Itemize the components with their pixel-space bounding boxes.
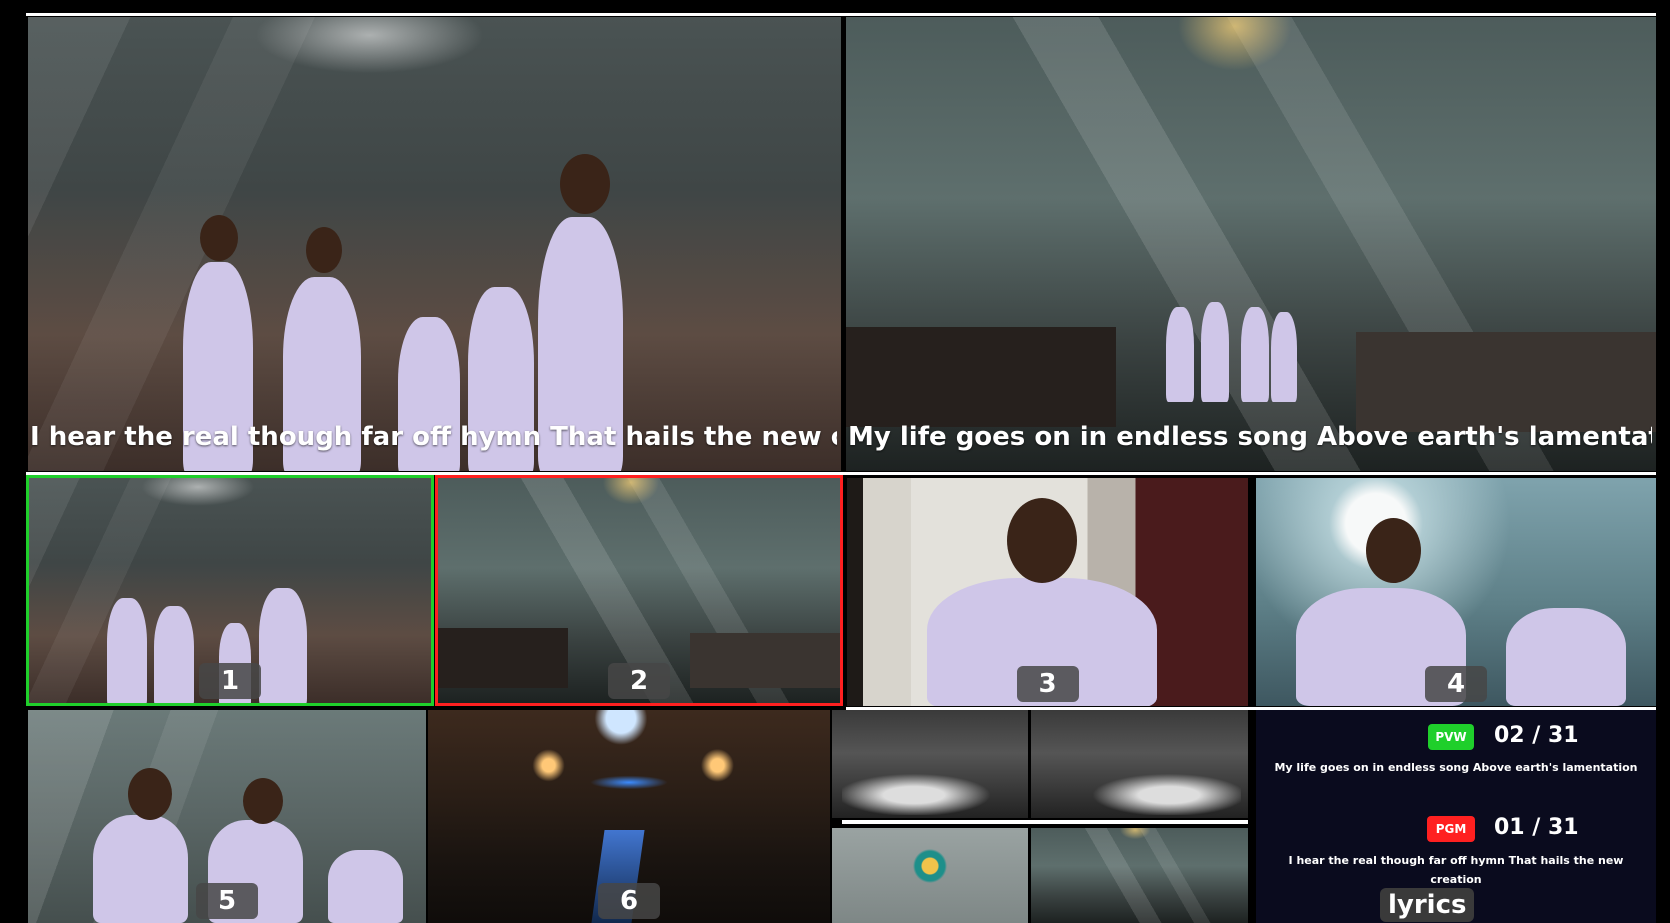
singer-head [306, 227, 342, 273]
pew-right [690, 633, 840, 688]
source-number-badge: 6 [598, 883, 660, 919]
quad-separator [842, 820, 1248, 824]
source-6-tile[interactable]: 6 [428, 710, 830, 923]
source-5-tile[interactable]: 5 [28, 710, 426, 923]
singer-figure [1241, 307, 1269, 402]
singer-figure [259, 588, 307, 703]
lyrics-label: lyrics [1380, 888, 1475, 922]
singer-head [560, 154, 610, 214]
frame-line-top [26, 13, 1656, 16]
multiview-monitor: I hear the real though far off hymn That… [0, 0, 1670, 923]
singer-head [200, 215, 238, 261]
singer-figure [1201, 302, 1229, 402]
lyrics-status-panel: PVW 02 / 31 My life goes on in endless s… [1256, 710, 1656, 923]
quad-view-hands-left[interactable] [832, 710, 1028, 818]
pgm-counter: 01 / 31 [1494, 815, 1579, 840]
source-2-tile[interactable]: 2 [435, 475, 843, 706]
source-4-tile[interactable]: 4 [1256, 478, 1656, 706]
program-main-view[interactable]: My life goes on in endless song Above ea… [846, 17, 1656, 471]
soloist-head [1007, 498, 1077, 583]
pgm-lyric-text: I hear the real though far off hymn That… [1288, 854, 1624, 886]
source-number-badge: 2 [608, 663, 670, 699]
preview-main-view[interactable]: I hear the real though far off hymn That… [28, 17, 841, 471]
program-lyric-overlay: My life goes on in endless song Above ea… [848, 422, 1652, 452]
source-1-tile[interactable]: 1 [26, 475, 434, 706]
singer-figure [328, 850, 403, 923]
pgm-badge: PGM [1427, 816, 1475, 842]
pvw-lyric-text: My life goes on in endless song Above ea… [1274, 761, 1638, 774]
quad-view-hands-right[interactable] [1031, 710, 1248, 818]
source-number-badge: 5 [196, 883, 258, 919]
singer-figure [1271, 312, 1297, 402]
singer-figure [154, 606, 194, 703]
source-number-badge: 3 [1016, 666, 1079, 702]
raised-hands [1061, 765, 1241, 815]
pew-left [846, 327, 1116, 427]
singer-figure [1506, 608, 1626, 706]
preview-lyric-overlay: I hear the real though far off hymn That… [30, 422, 837, 452]
quad-view-rose-window[interactable] [832, 828, 1028, 923]
singer-figure [93, 815, 188, 923]
singer-head [1366, 518, 1421, 583]
singer-figure [107, 598, 147, 703]
source-number-badge: 4 [1425, 666, 1487, 702]
raised-hands [842, 765, 1022, 815]
pew-left [438, 628, 568, 688]
pvw-counter: 02 / 31 [1494, 723, 1579, 748]
singer-figure [1166, 307, 1194, 402]
singer-head [243, 778, 283, 824]
source-3-tile[interactable]: 3 [847, 478, 1248, 706]
singer-head [128, 768, 172, 820]
quad-view-hall-window[interactable] [1031, 828, 1248, 923]
pew-right [1356, 332, 1656, 432]
pvw-badge: PVW [1428, 724, 1474, 750]
source-number-badge: 1 [199, 663, 261, 699]
